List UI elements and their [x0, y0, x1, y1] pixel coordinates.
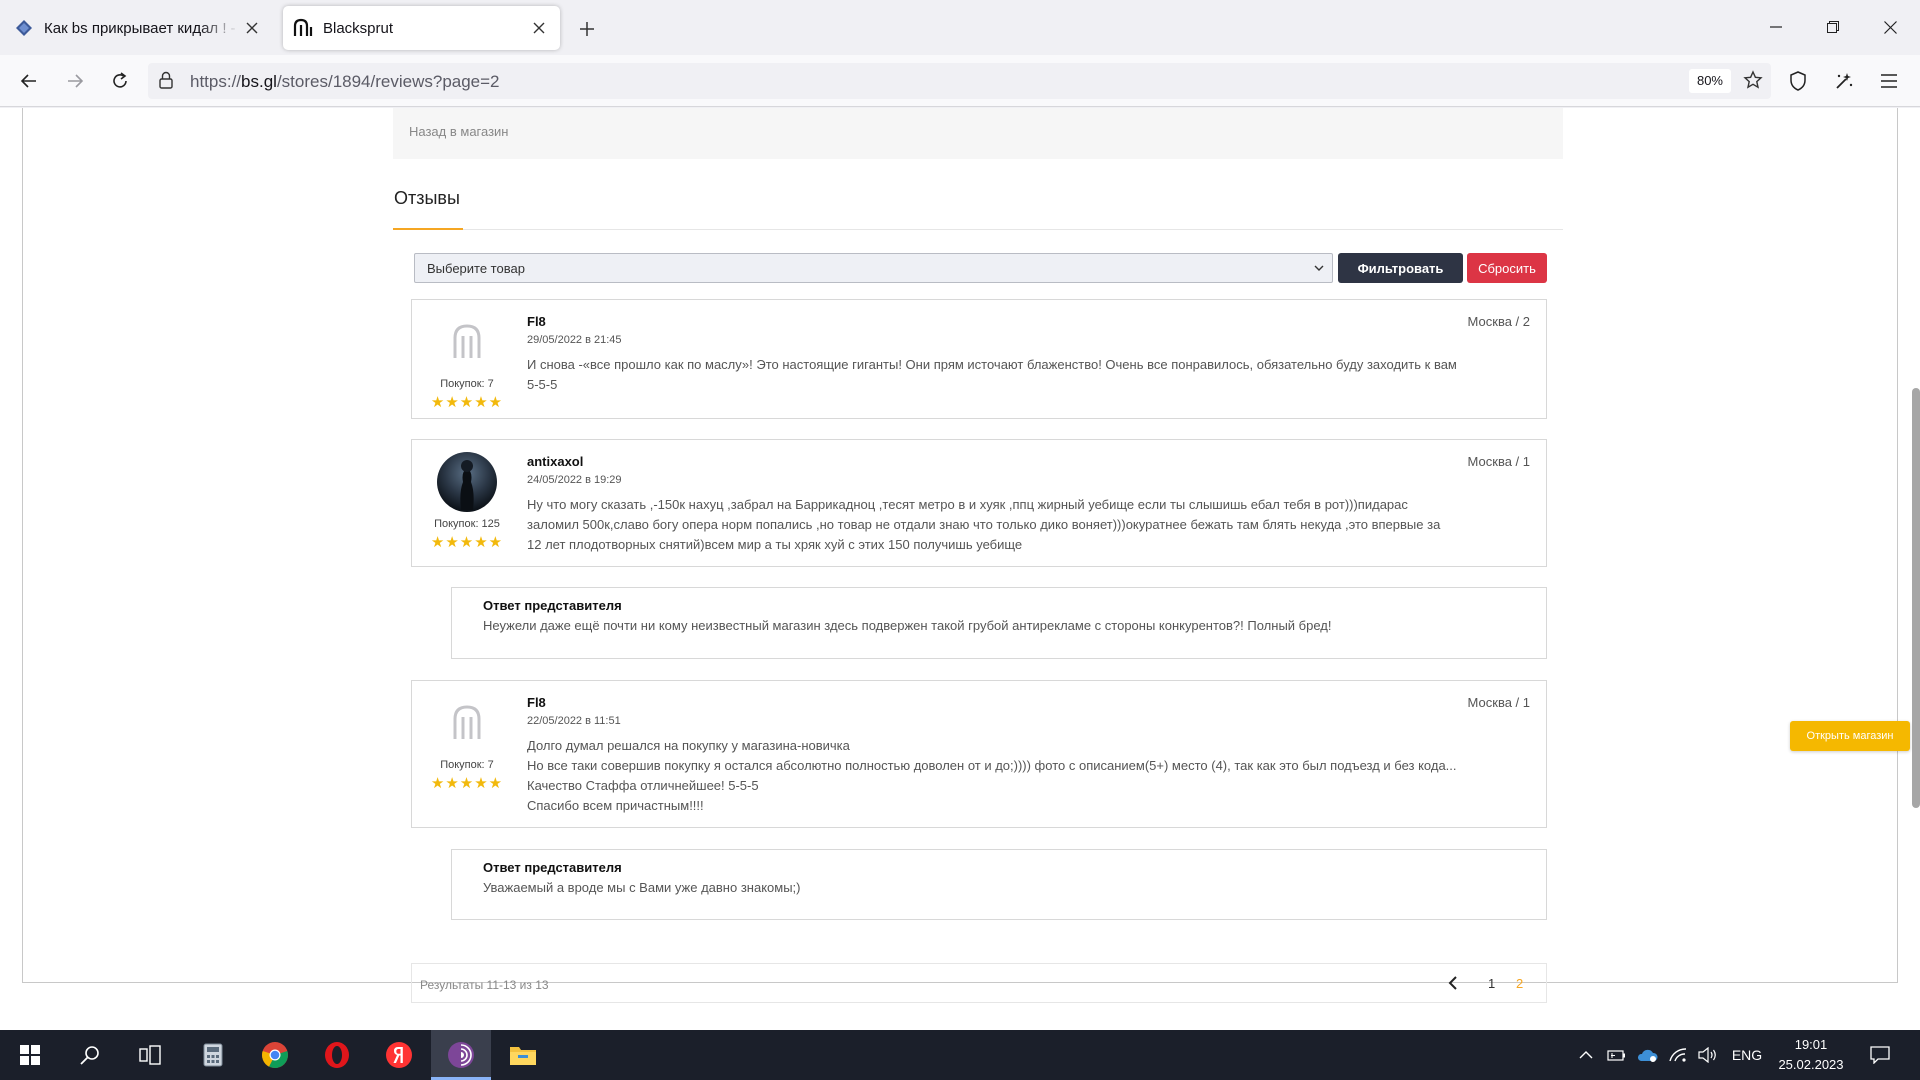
review-card: Покупок: 125 ★★★★★ antixaxol 24/05/2022 … [411, 439, 1547, 567]
zoom-indicator[interactable]: 80% [1688, 69, 1731, 93]
review-author-block: Покупок: 7 ★★★★★ [424, 693, 510, 792]
windows-start-icon[interactable] [0, 1030, 60, 1080]
product-select[interactable]: Выберите товар [414, 253, 1333, 283]
reset-button[interactable]: Сбросить [1467, 253, 1547, 283]
review-text: Ну что могу сказать ,-150к нахуц ,забрал… [527, 497, 1441, 552]
purchase-count: Покупок: 125 [434, 518, 500, 530]
restore-icon[interactable] [1810, 8, 1856, 46]
forward-arrow-icon[interactable] [57, 63, 93, 99]
clock-date: 25.02.2023 [1778, 1057, 1844, 1072]
review-date: 24/05/2022 в 19:29 [527, 474, 622, 486]
back-to-store-link[interactable]: Назад в магазин [409, 124, 509, 139]
close-window-icon[interactable] [1867, 8, 1913, 46]
calculator-icon[interactable] [183, 1030, 243, 1080]
answer-text: Уважаемый а вроде мы с Вами уже давно зн… [483, 880, 801, 895]
chevron-down-icon [1314, 265, 1324, 272]
seller-answer: Ответ представителя Неужели даже ещё поч… [451, 587, 1547, 659]
minimize-icon[interactable] [1753, 8, 1799, 46]
page-scrollbar[interactable] [1912, 108, 1920, 983]
blacksprut-favicon-icon [293, 18, 313, 38]
page-link[interactable]: 1 [1488, 976, 1495, 991]
user-avatar [437, 452, 497, 512]
clock-time: 19:01 [1794, 1037, 1828, 1052]
review-username[interactable]: Fl8 [527, 314, 546, 329]
search-icon[interactable] [60, 1030, 120, 1080]
pagination-bar: Результаты 11-13 из 13 1 2 [411, 963, 1547, 1003]
review-card: Покупок: 7 ★★★★★ Fl8 29/05/2022 в 21:45 … [411, 299, 1547, 419]
review-card: Покупок: 7 ★★★★★ Fl8 22/05/2022 в 11:51 … [411, 680, 1547, 828]
onedrive-cloud-icon[interactable] [1633, 1030, 1661, 1080]
bookmark-star-icon[interactable] [1743, 70, 1763, 90]
review-author-block: Покупок: 7 ★★★★★ [424, 312, 510, 411]
language-indicator[interactable]: ENG [1727, 1030, 1767, 1080]
url-text[interactable]: https://bs.gl/stores/1894/reviews?page=2 [190, 72, 500, 92]
wifi-icon[interactable] [1664, 1030, 1692, 1080]
seller-answer: Ответ представителя Уважаемый а вроде мы… [451, 849, 1547, 920]
review-username[interactable]: Fl8 [527, 695, 546, 710]
task-view-icon[interactable] [120, 1030, 180, 1080]
chrome-icon[interactable] [245, 1030, 305, 1080]
answer-text: Неужели даже ещё почти ни кому неизвестн… [483, 618, 1332, 633]
answer-title: Ответ представителя [483, 860, 622, 875]
review-author-block: Покупок: 125 ★★★★★ [424, 452, 510, 551]
review-username[interactable]: antixaxol [527, 454, 583, 469]
tab-forum[interactable]: Как bs прикрывает кидал ! - |R [8, 6, 273, 50]
shield-icon[interactable] [1780, 63, 1816, 99]
windows-taskbar: ENG 19:01 25.02.2023 [0, 1030, 1920, 1080]
page-link-current[interactable]: 2 [1516, 976, 1523, 991]
review-location: Москва / 1 [1467, 454, 1530, 469]
review-location: Москва / 1 [1467, 695, 1530, 710]
file-explorer-icon[interactable] [493, 1030, 553, 1080]
page-container: Назад в магазин Отзывы Выберите товар Фи… [22, 108, 1920, 1003]
tab-bar: Как bs прикрывает кидал ! - |R Blackspru… [0, 0, 1920, 55]
tor-browser-icon[interactable] [431, 1030, 491, 1080]
default-avatar-icon [437, 312, 497, 372]
prev-page-icon[interactable] [1448, 976, 1458, 990]
yandex-browser-icon[interactable] [369, 1030, 429, 1080]
tray-expand-icon[interactable] [1572, 1030, 1600, 1080]
review-date: 29/05/2022 в 21:45 [527, 334, 622, 346]
lock-icon[interactable] [158, 71, 174, 89]
menu-hamburger-icon[interactable] [1871, 63, 1907, 99]
review-text: И снова -«все прошло как по маслу»! Это … [527, 357, 1457, 392]
title-divider [393, 229, 1563, 230]
purchase-count: Покупок: 7 [440, 378, 494, 390]
rating-stars: ★★★★★ [430, 534, 504, 551]
opera-icon[interactable] [307, 1030, 367, 1080]
extensions-icon[interactable] [1826, 63, 1862, 99]
scrollbar-thumb[interactable] [1912, 388, 1920, 808]
new-tab-plus-icon[interactable] [572, 14, 602, 44]
battery-plug-icon[interactable] [1603, 1030, 1631, 1080]
answer-title: Ответ представителя [483, 598, 622, 613]
rating-stars: ★★★★★ [430, 775, 504, 792]
review-date: 22/05/2022 в 11:51 [527, 715, 621, 727]
forum-favicon-icon [14, 18, 34, 38]
page-title: Отзывы [394, 188, 460, 208]
filter-button[interactable]: Фильтровать [1338, 253, 1463, 283]
open-shop-button[interactable]: Открыть магазин [1790, 721, 1910, 751]
product-select-value: Выберите товар [427, 261, 525, 276]
purchase-count: Покупок: 7 [440, 759, 494, 771]
navigation-toolbar: https://bs.gl/stores/1894/reviews?page=2… [0, 55, 1920, 107]
review-location: Москва / 2 [1467, 314, 1530, 329]
volume-icon[interactable] [1694, 1030, 1722, 1080]
review-text: Долго думал решался на покупку у магазин… [527, 738, 1457, 813]
tab-close-icon[interactable] [239, 15, 265, 41]
address-bar[interactable]: https://bs.gl/stores/1894/reviews?page=2… [148, 63, 1771, 99]
default-avatar-icon [437, 693, 497, 753]
page-viewport: Назад в магазин Отзывы Выберите товар Фи… [0, 108, 1920, 1030]
tab-close-icon[interactable] [526, 15, 552, 41]
reload-icon[interactable] [102, 63, 138, 99]
clock[interactable]: 19:01 25.02.2023 [1771, 1035, 1851, 1075]
tab-title: Как bs прикрывает кидал ! - |R [44, 19, 239, 37]
results-count: Результаты 11-13 из 13 [420, 978, 549, 992]
title-accent-line [393, 228, 463, 230]
notification-icon[interactable] [1860, 1030, 1900, 1080]
rating-stars: ★★★★★ [430, 394, 504, 411]
tab-blacksprut[interactable]: Blacksprut [283, 6, 560, 50]
back-arrow-icon[interactable] [11, 63, 47, 99]
back-bar: Назад в магазин [393, 108, 1563, 159]
tab-title: Blacksprut [323, 19, 394, 37]
